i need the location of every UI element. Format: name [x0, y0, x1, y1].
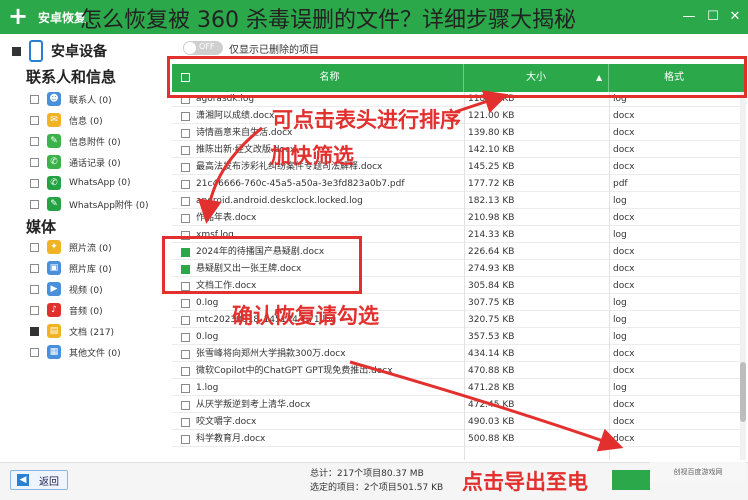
arrow-to-table — [197, 126, 263, 224]
annotation-arrows — [197, 90, 624, 452]
arrow-to-export — [349, 360, 624, 452]
arrow-to-header — [454, 90, 509, 114]
